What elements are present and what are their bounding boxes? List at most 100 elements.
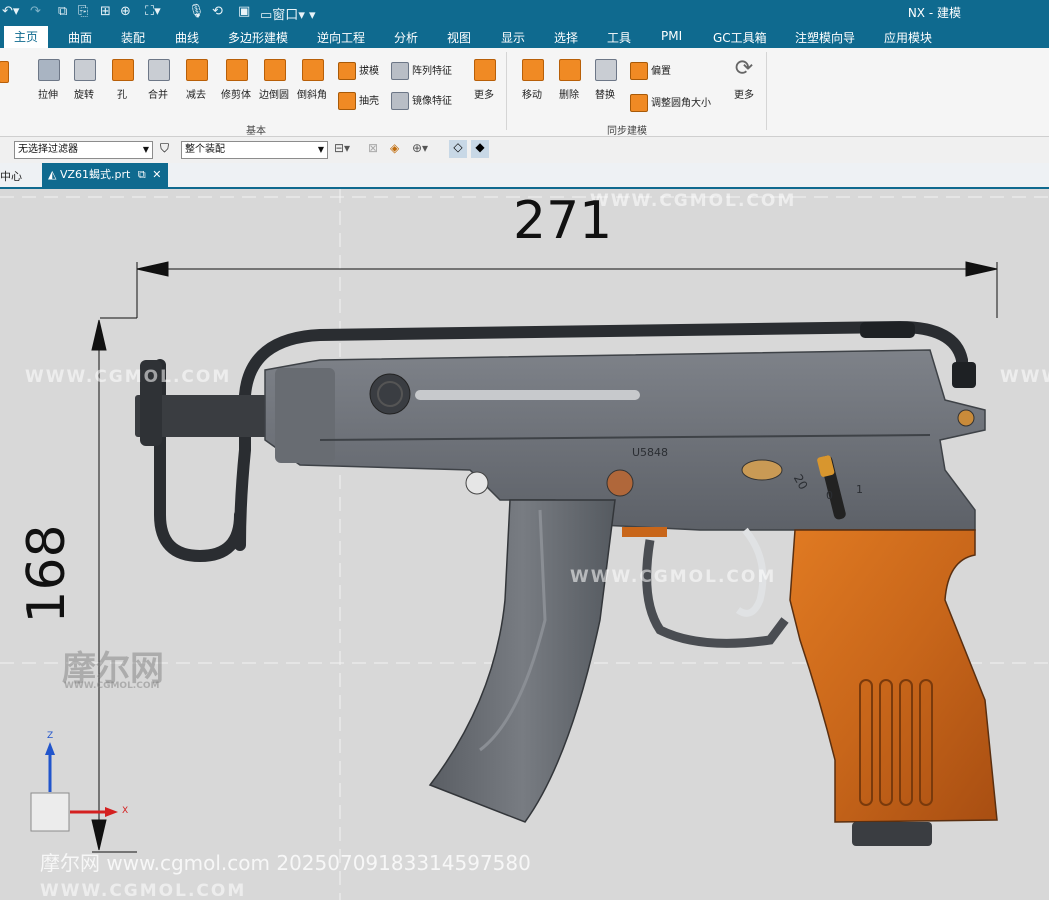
refresh-icon: ⟳ <box>734 56 754 81</box>
unite-icon <box>148 59 170 81</box>
resize-blend-button[interactable]: 调整圆角大小 <box>630 94 711 112</box>
width-dimension-value[interactable]: 271 <box>513 191 612 251</box>
offset-region-button[interactable]: 偏置 <box>630 62 671 80</box>
sketch-button[interactable] <box>0 58 10 88</box>
tab-application[interactable]: 应用模块 <box>884 29 932 46</box>
pattern-feature-label: 阵列特征 <box>412 66 452 77</box>
trim-body-button[interactable]: 修剪体 <box>216 56 256 101</box>
tab-center[interactable]: 中心 <box>0 168 22 184</box>
wireframe-icon[interactable]: ◇ <box>449 140 467 158</box>
paste-icon[interactable]: ⎘ <box>78 4 88 19</box>
subtract-label: 减去 <box>186 90 206 101</box>
revolve-label: 旋转 <box>74 90 94 101</box>
tab-display[interactable]: 显示 <box>501 29 525 46</box>
move-icon[interactable]: ⊕ <box>120 4 131 19</box>
tab-pmi[interactable]: PMI <box>661 29 682 43</box>
height-dimension[interactable] <box>91 319 137 853</box>
delete-face-icon <box>559 59 581 81</box>
shell-icon <box>338 92 356 110</box>
basic-group-label: 基本 <box>246 126 266 137</box>
width-dimension[interactable] <box>100 261 998 319</box>
type-filter-select[interactable]: 无选择过滤器 ▼ <box>14 141 153 159</box>
cocking-knob[interactable] <box>369 373 411 415</box>
tab-active-part[interactable]: ◭ VZ61蝎式.prt ⧉ ✕ <box>42 163 168 187</box>
unite-label: 合并 <box>148 90 168 101</box>
basic-more-button[interactable]: 更多 <box>468 56 500 101</box>
chamfer-button[interactable]: 倒斜角 <box>293 56 331 101</box>
tab-polygon-modeling[interactable]: 多边形建模 <box>228 29 288 46</box>
feature-select-icon[interactable]: ◈ <box>390 141 399 155</box>
copy-icon[interactable]: ⧉ <box>58 4 67 19</box>
chevron-down-icon: ▼ <box>317 145 324 154</box>
subtract-button[interactable]: 减去 <box>178 56 214 101</box>
tab-curve[interactable]: 曲线 <box>175 29 199 46</box>
more-icon <box>474 59 496 81</box>
footer-watermark: 摩尔网 www.cgmol.com 20250709183314597580 <box>40 851 531 875</box>
active-part-name: VZ61蝎式.prt <box>59 168 131 181</box>
hole-button[interactable]: 孔 <box>104 56 140 101</box>
chamfer-label: 倒斜角 <box>297 90 327 101</box>
stock-lock <box>952 362 976 388</box>
height-dimension-value[interactable]: 168 <box>17 519 77 629</box>
clipboard-icon[interactable]: ⊞ <box>100 4 111 19</box>
magazine-release[interactable] <box>465 471 489 495</box>
tab-mold-wizard[interactable]: 注塑模向导 <box>795 29 855 46</box>
csys-triad[interactable] <box>30 742 118 832</box>
replace-face-label: 替换 <box>595 90 615 101</box>
move-face-button[interactable]: 移动 <box>514 56 550 101</box>
pattern-feature-button[interactable]: 阵列特征 <box>391 62 452 80</box>
window-icon[interactable]: ▣ <box>238 4 250 19</box>
delete-face-button[interactable]: 删除 <box>551 56 587 101</box>
edge-blend-button[interactable]: 边倒圆 <box>256 56 292 101</box>
hole-label: 孔 <box>117 90 127 101</box>
scope-filter-select[interactable]: 整个装配 ▼ <box>181 141 328 159</box>
popout-icon[interactable]: ⧉ <box>138 168 146 181</box>
select-frame-icon[interactable]: ⛶▾ <box>145 4 161 19</box>
sync-more-button[interactable]: ⟳ 更多 <box>728 56 760 101</box>
select-icon[interactable]: ⊠ <box>368 141 378 155</box>
unite-button[interactable]: 合并 <box>140 56 176 101</box>
draft-icon <box>338 62 356 80</box>
tab-select[interactable]: 选择 <box>554 29 578 46</box>
tab-view[interactable]: 视图 <box>447 29 471 46</box>
trim-body-label: 修剪体 <box>221 90 251 101</box>
offset-region-label: 偏置 <box>651 66 671 77</box>
charging-slot <box>415 390 640 400</box>
tab-tools[interactable]: 工具 <box>607 29 631 46</box>
rear-end-cap <box>275 368 335 463</box>
extrude-button[interactable]: 拉伸 <box>30 56 66 101</box>
close-icon[interactable]: ✕ <box>152 168 161 181</box>
scope-filter-value: 整个装配 <box>185 144 225 155</box>
magazine[interactable] <box>428 499 616 823</box>
move-face-label: 移动 <box>522 90 542 101</box>
snap-icon[interactable]: ⊟▾ <box>334 141 350 155</box>
undo-icon[interactable]: ↶▾ <box>2 4 19 19</box>
microphone-icon[interactable]: 🎙 <box>188 4 205 19</box>
shell-button[interactable]: 抽壳 <box>338 92 379 110</box>
window-menu[interactable]: ▭窗口▾ ▾ <box>260 4 316 23</box>
point-snap-icon[interactable]: ⊕▾ <box>412 141 428 155</box>
tab-gc-toolbox[interactable]: GC工具箱 <box>713 29 767 46</box>
move-face-icon <box>522 59 544 81</box>
lanyard-loop <box>852 822 932 846</box>
filter-icon[interactable]: ⛉ <box>160 141 169 156</box>
selector-pin <box>606 469 634 497</box>
model-canvas <box>0 189 1049 900</box>
tab-assembly[interactable]: 装配 <box>121 29 145 46</box>
graphics-window[interactable]: WWW.CGMOL.COM WWW.CGMOL.COM WWW.CGMOL.CO… <box>0 189 1049 900</box>
draft-button[interactable]: 拔模 <box>338 62 379 80</box>
tab-surface[interactable]: 曲面 <box>68 29 92 46</box>
shaded-icon[interactable]: ◆ <box>471 140 489 158</box>
tab-analysis[interactable]: 分析 <box>394 29 418 46</box>
wooden-grip[interactable] <box>789 529 998 823</box>
redo-icon[interactable]: ↷ <box>30 4 41 19</box>
trim-body-icon <box>226 59 248 81</box>
tab-reverse-engineering[interactable]: 逆向工程 <box>317 29 365 46</box>
mirror-feature-button[interactable]: 镜像特征 <box>391 92 452 110</box>
watermark-site: WWW.CGMOL.COM <box>1000 367 1049 387</box>
tab-home[interactable]: 主页 <box>4 26 49 48</box>
touch-mode-icon[interactable]: ⟲ <box>212 4 223 19</box>
csys-z-label: Z <box>47 731 54 741</box>
revolve-button[interactable]: 旋转 <box>66 56 102 101</box>
replace-face-button[interactable]: 替换 <box>587 56 623 101</box>
